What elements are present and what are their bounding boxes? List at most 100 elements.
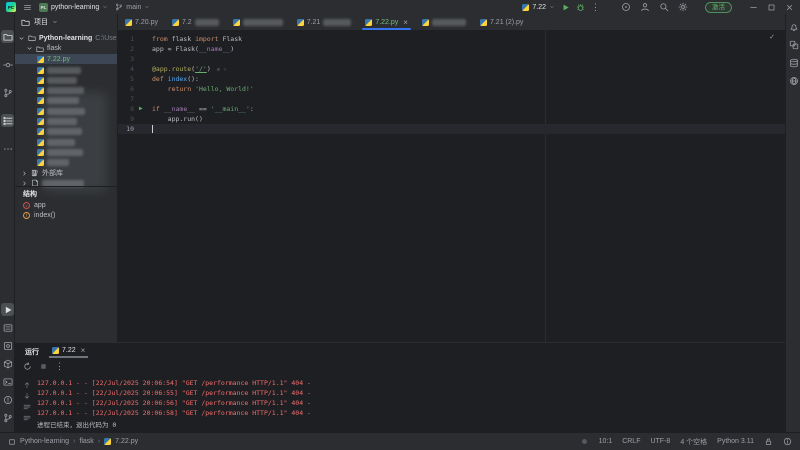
breadcrumb-separator: › xyxy=(73,438,75,445)
tree-file-row[interactable] xyxy=(15,137,117,147)
editor-tab[interactable] xyxy=(415,14,473,30)
breadcrumb-item[interactable]: Python-learning xyxy=(20,438,69,445)
main-menu-icon[interactable] xyxy=(23,3,32,12)
close-icon[interactable] xyxy=(785,3,794,12)
search-everywhere-icon[interactable] xyxy=(659,2,669,12)
editor-tab[interactable]: 7.22.py × xyxy=(358,14,415,30)
code-with-me-icon[interactable] xyxy=(640,2,650,12)
tree-file-row[interactable] xyxy=(15,147,117,157)
redaction-blur xyxy=(195,19,219,26)
run-config-selector[interactable]: 7.22 xyxy=(522,4,555,11)
tree-file-row[interactable] xyxy=(15,127,117,137)
file-encoding[interactable]: UTF-8 xyxy=(650,438,670,445)
run-console-tab[interactable]: 7.22 × xyxy=(49,345,88,358)
project-widget[interactable]: PL python-learning xyxy=(39,3,108,12)
editor-tab[interactable]: 7.21 xyxy=(290,14,359,30)
breadcrumb[interactable]: Python-learning›flask›7.22.py xyxy=(8,438,138,446)
structure-item[interactable]: findex() xyxy=(23,211,55,221)
more-actions-icon[interactable]: ⋮ xyxy=(55,362,64,371)
code-line[interactable]: 3 xyxy=(118,54,785,64)
tree-root-row[interactable]: Python-learningC:\Users\zh xyxy=(15,33,117,43)
code-line[interactable]: 10 xyxy=(118,124,785,134)
close-icon[interactable]: × xyxy=(403,18,408,27)
scroll-to-end-icon[interactable] xyxy=(23,414,31,422)
breadcrumb-item[interactable]: 7.22.py xyxy=(115,438,138,445)
editor-tab[interactable]: 7.21 (2).py xyxy=(473,14,530,30)
chevron-right-icon[interactable] xyxy=(21,170,28,177)
tool-button-notifications[interactable] xyxy=(787,20,800,33)
line-separator[interactable]: CRLF xyxy=(622,438,640,445)
python-interpreter[interactable]: Python 3.11 xyxy=(717,438,754,445)
maximize-icon[interactable] xyxy=(767,3,776,12)
tool-button-python-console[interactable] xyxy=(1,321,14,334)
lock-icon[interactable] xyxy=(764,437,773,446)
tab-label: 7.22.py xyxy=(375,19,398,26)
tree-selected-file-row[interactable]: 7.22.py xyxy=(15,54,117,64)
route-inlay-hint[interactable]: ⊙ ˅ xyxy=(217,67,227,73)
code-line[interactable]: 4@app.route('/')⊙ ˅ xyxy=(118,64,785,74)
tree-file-row[interactable] xyxy=(15,65,117,75)
tree-external-libraries-row[interactable]: 外部库 xyxy=(15,168,117,178)
license-badge[interactable]: 激活 xyxy=(705,2,732,13)
tool-button-run[interactable] xyxy=(1,303,14,316)
code-line[interactable]: 1from flask import Flask xyxy=(118,34,785,44)
tree-file-row[interactable] xyxy=(15,86,117,96)
tree-file-row[interactable] xyxy=(15,158,117,168)
tool-button-pull-requests[interactable] xyxy=(1,86,14,99)
debug-button[interactable] xyxy=(576,3,585,12)
structure-item[interactable]: vapp xyxy=(23,200,46,210)
run-button[interactable] xyxy=(561,3,570,12)
code-line[interactable]: 8▶if __name__ == '__main__': xyxy=(118,104,785,114)
tool-button-version-control[interactable] xyxy=(1,411,14,424)
tool-button-problems[interactable] xyxy=(1,393,14,406)
breadcrumb-item[interactable]: flask xyxy=(79,438,93,445)
chevron-down-icon[interactable] xyxy=(26,45,33,52)
tree-file-row[interactable] xyxy=(15,117,117,127)
ide-widget-icon[interactable] xyxy=(621,2,631,12)
python-file-icon xyxy=(522,4,529,11)
code-line[interactable]: 6 return 'Hello, World!' xyxy=(118,84,785,94)
tool-button-services[interactable] xyxy=(1,339,14,352)
tool-button-project[interactable] xyxy=(1,30,14,43)
tool-button-more-tool-windows[interactable] xyxy=(1,142,14,155)
tree-file-row[interactable] xyxy=(15,106,117,116)
tree-folder-row[interactable]: flask xyxy=(15,44,117,54)
tool-button-database[interactable] xyxy=(787,56,800,69)
inspections-widget[interactable]: ✓ xyxy=(769,33,775,41)
close-icon[interactable]: × xyxy=(81,346,86,355)
caret-position[interactable]: 10:1 xyxy=(599,438,613,445)
branch-widget[interactable]: main xyxy=(115,3,150,11)
tool-button-commit[interactable] xyxy=(1,58,14,71)
stop-icon[interactable] xyxy=(39,362,48,371)
code-line[interactable]: 9 app.run() xyxy=(118,114,785,124)
code-line[interactable]: 2app = Flask(__name__) xyxy=(118,44,785,54)
code-editor[interactable]: 1from flask import Flask2app = Flask(__n… xyxy=(118,30,785,342)
chevron-down-icon[interactable] xyxy=(18,35,25,42)
soft-wrap-icon[interactable] xyxy=(23,403,31,411)
minimize-icon[interactable] xyxy=(749,3,758,12)
notifications-info-icon[interactable] xyxy=(783,437,792,446)
tool-button-endpoints[interactable] xyxy=(787,74,800,87)
next-occurrence-icon[interactable] xyxy=(23,392,31,400)
code-line[interactable]: 7 xyxy=(118,94,785,104)
more-actions-icon[interactable]: ⋮ xyxy=(591,3,600,12)
line-number: 2 xyxy=(118,44,134,54)
tree-file-row[interactable] xyxy=(15,96,117,106)
line-number: 10 xyxy=(118,124,134,134)
rerun-icon[interactable] xyxy=(23,362,32,371)
tree-file-row[interactable] xyxy=(15,75,117,85)
settings-icon[interactable] xyxy=(678,2,688,12)
editor-tab[interactable]: 7.2 xyxy=(165,14,226,30)
tool-button-structure[interactable] xyxy=(1,114,14,127)
run-gutter-icon[interactable]: ▶ xyxy=(139,104,143,114)
prev-occurrence-icon[interactable] xyxy=(23,381,31,389)
editor-tab[interactable] xyxy=(226,14,290,30)
tool-button-python-packages[interactable] xyxy=(1,357,14,370)
code-line[interactable]: 5def index(): xyxy=(118,74,785,84)
tool-button-ai-assistant[interactable] xyxy=(787,38,800,51)
editor-tab[interactable]: 7.20.py xyxy=(118,14,165,30)
project-panel-header[interactable]: 项目 xyxy=(15,14,118,30)
tool-button-terminal[interactable] xyxy=(1,375,14,388)
status-indicator-icon[interactable] xyxy=(580,437,589,446)
indent-style[interactable]: 4 个空格 xyxy=(680,437,707,447)
